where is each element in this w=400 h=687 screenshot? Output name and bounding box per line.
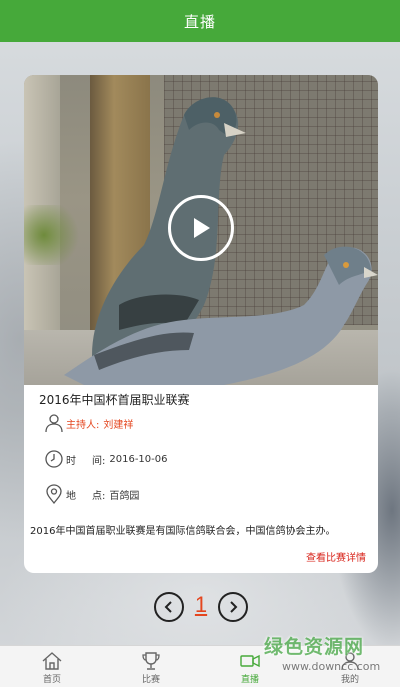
- time-label-2: 间:: [92, 455, 106, 467]
- live-card[interactable]: 2016年中国杯首届职业联赛 主持人: 刘建祥 时 间: 2016-10-06 …: [24, 75, 378, 573]
- watermark-text: 绿色资源网: [264, 636, 365, 658]
- place-value: 百鸽园: [109, 490, 140, 502]
- host-name: 刘建祥: [103, 419, 134, 431]
- watermark: 绿色资源网 www.downcc.com: [258, 632, 400, 678]
- trophy-icon: [142, 652, 160, 670]
- tab-live-label: 直播: [240, 675, 259, 685]
- watermark-url: www.downcc.com: [282, 660, 381, 673]
- place-row: 地 点: 百鸽园: [44, 484, 139, 504]
- tab-matches-label: 比赛: [141, 675, 160, 685]
- top-bar: 直播: [0, 0, 400, 42]
- event-description: 2016年中国首届职业联赛是有国际信鸽联合会，中国信鸽协会主办。: [30, 526, 336, 537]
- previous-page-button[interactable]: [154, 592, 184, 622]
- tab-matches[interactable]: 比赛: [101, 646, 201, 687]
- pager: 1: [0, 590, 400, 626]
- next-page-button[interactable]: [218, 592, 248, 622]
- home-icon: [42, 652, 62, 670]
- time-value: 2016-10-06: [109, 453, 168, 465]
- person-icon: [45, 414, 63, 433]
- place-label: 地: [66, 490, 76, 502]
- time-row: 时 间: 2016-10-06: [44, 449, 168, 469]
- chevron-right-icon: [230, 601, 238, 613]
- tab-home-label: 首页: [42, 675, 61, 685]
- location-pin-icon: [46, 484, 62, 504]
- time-label: 时: [66, 455, 76, 467]
- event-title: 2016年中国杯首届职业联赛: [39, 393, 190, 407]
- view-details-link[interactable]: 查看比赛详情: [306, 549, 366, 564]
- chevron-left-icon: [164, 601, 172, 613]
- tab-home[interactable]: 首页: [2, 646, 102, 687]
- current-page-number[interactable]: 1: [192, 592, 210, 618]
- place-label-2: 点:: [92, 490, 106, 502]
- page-title: 直播: [183, 12, 216, 31]
- play-icon: [194, 218, 210, 238]
- host-row: 主持人: 刘建祥: [44, 413, 133, 433]
- host-label: 主持人:: [66, 419, 100, 431]
- clock-icon: [45, 450, 63, 468]
- play-button[interactable]: [168, 195, 234, 261]
- video-player[interactable]: [24, 75, 378, 385]
